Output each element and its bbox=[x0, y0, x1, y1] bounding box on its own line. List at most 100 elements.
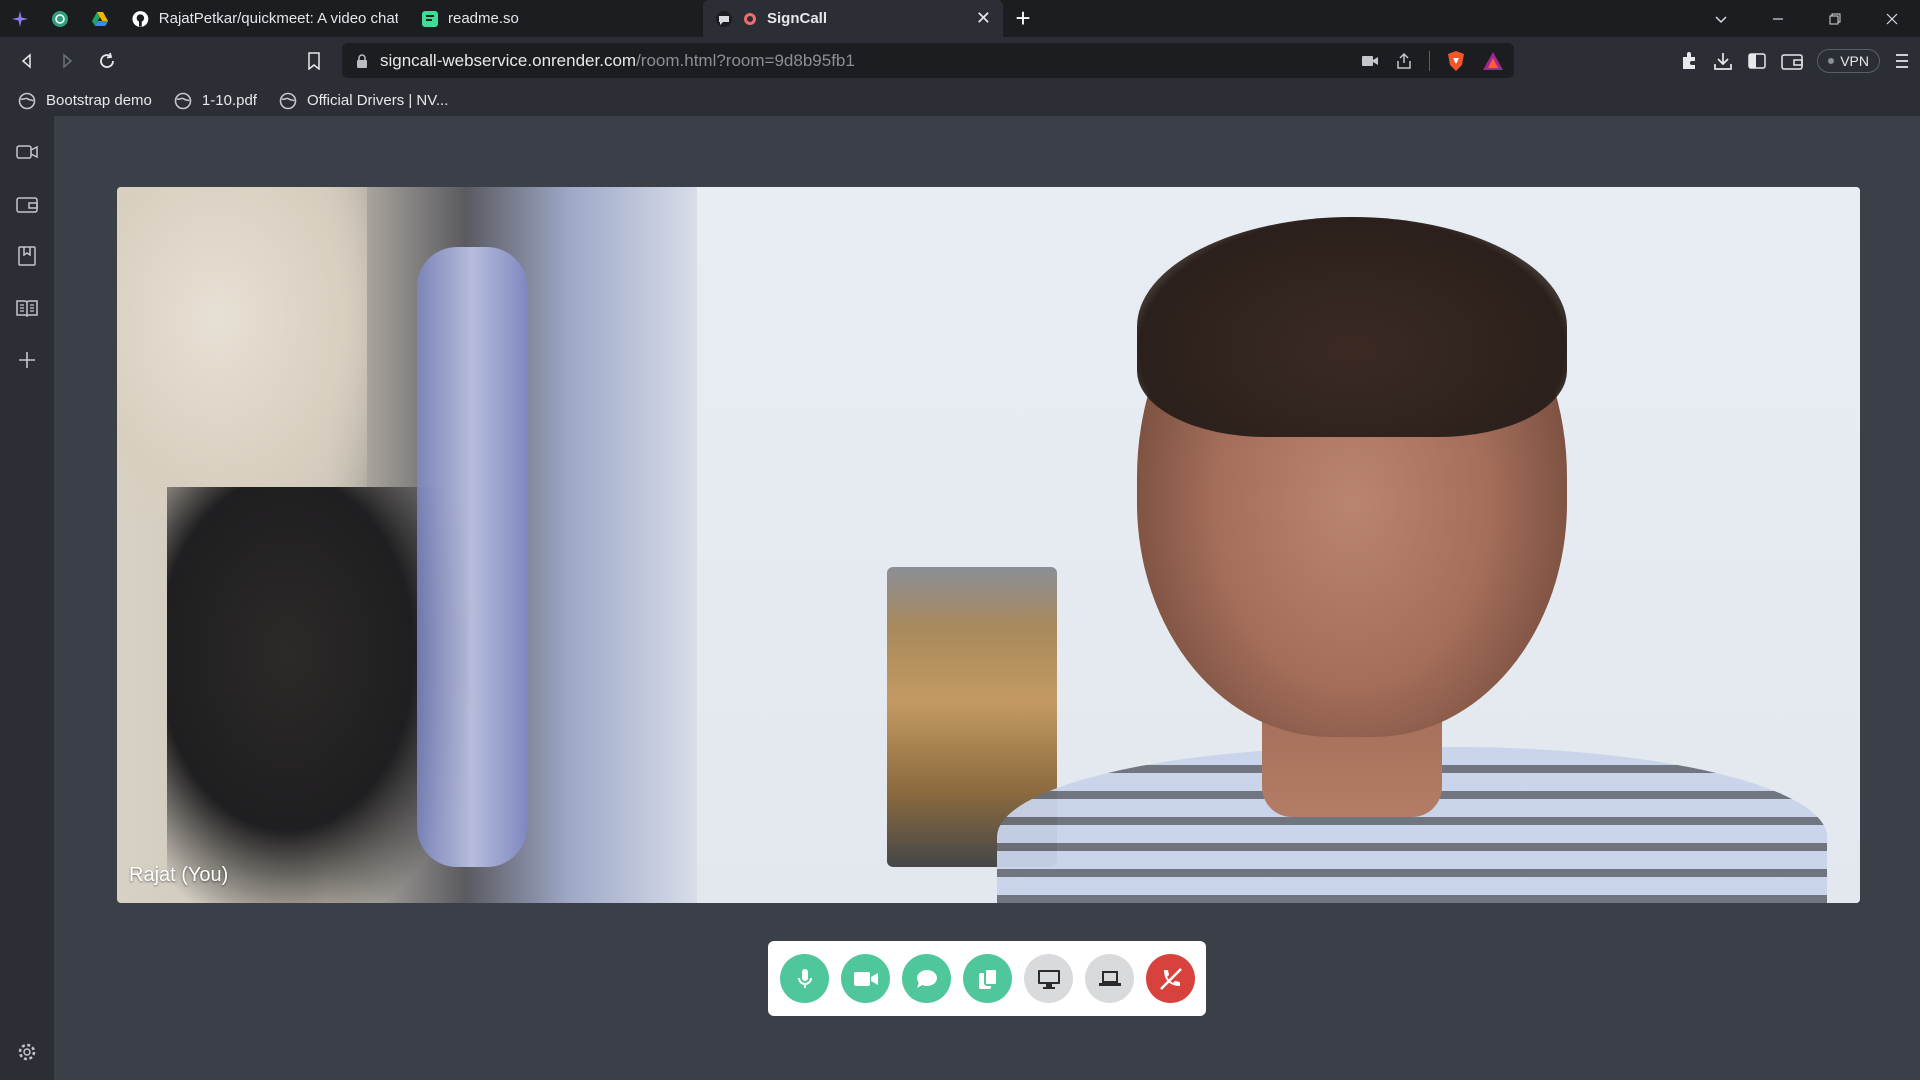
google-drive-icon bbox=[92, 11, 108, 26]
whiteboard-button[interactable] bbox=[1085, 954, 1134, 1003]
vpn-label: VPN bbox=[1840, 53, 1869, 69]
video-background-hanging-shirt bbox=[417, 247, 527, 867]
recording-icon bbox=[744, 12, 756, 25]
local-video-feed: Rajat (You) bbox=[117, 187, 1860, 903]
tab-strip: RajatPetkar/quickmeet: A video chat/m re… bbox=[0, 0, 1920, 37]
sidebar-item-bookmarks[interactable] bbox=[13, 242, 41, 270]
sparkle-icon bbox=[12, 10, 28, 27]
globe-icon bbox=[18, 92, 36, 109]
bookmark-icon bbox=[18, 246, 36, 266]
chat-button[interactable] bbox=[902, 954, 951, 1003]
video-camera-icon bbox=[853, 971, 878, 986]
video-person-hair bbox=[1137, 217, 1567, 437]
back-button[interactable] bbox=[7, 41, 47, 81]
url-text[interactable]: signcall-webservice.onrender.com/room.ht… bbox=[380, 51, 855, 71]
wallet-icon[interactable] bbox=[1781, 52, 1803, 70]
camera-in-use-icon[interactable] bbox=[1361, 54, 1379, 68]
bookmark-item[interactable]: Official Drivers | NV... bbox=[279, 92, 448, 110]
sidebar-item-wallet[interactable] bbox=[13, 190, 41, 218]
mic-icon bbox=[797, 968, 812, 988]
restore-button[interactable] bbox=[1806, 0, 1863, 37]
browser-sidebar bbox=[0, 116, 54, 1080]
tab-quickmeet[interactable]: RajatPetkar/quickmeet: A video chat/m bbox=[120, 0, 410, 37]
close-window-button[interactable] bbox=[1863, 0, 1920, 37]
bookmark-label: Official Drivers | NV... bbox=[306, 92, 449, 109]
wallet-icon bbox=[16, 197, 38, 213]
lock-icon bbox=[357, 53, 367, 68]
window-controls bbox=[1692, 0, 1920, 37]
bookmarks-bar: Bootstrap demo 1-10.pdf Official Drivers… bbox=[0, 85, 1920, 116]
new-tab-button[interactable]: + bbox=[1003, 0, 1043, 37]
mic-button[interactable] bbox=[780, 954, 829, 1003]
tab-title: RajatPetkar/quickmeet: A video chat/m bbox=[158, 10, 398, 27]
bookmark-label: Bootstrap demo bbox=[46, 92, 152, 109]
camera-button[interactable] bbox=[841, 954, 890, 1003]
url-actions bbox=[1361, 43, 1504, 78]
tab-search-button[interactable] bbox=[1692, 0, 1749, 37]
openai-icon bbox=[52, 10, 68, 27]
sidebar-add-button[interactable] bbox=[13, 346, 41, 374]
chat-bubble-icon bbox=[916, 969, 937, 988]
gear-icon bbox=[18, 1043, 36, 1061]
tab-title: readme.so bbox=[448, 10, 519, 27]
back-arrow-icon bbox=[21, 53, 31, 69]
brave-shields-icon[interactable] bbox=[1446, 50, 1466, 72]
globe-icon bbox=[279, 92, 297, 109]
brave-rewards-icon[interactable] bbox=[1482, 51, 1504, 71]
tab-title: SignCall bbox=[767, 10, 828, 27]
forward-button[interactable] bbox=[47, 41, 87, 81]
downloads-icon[interactable] bbox=[1713, 51, 1733, 71]
end-call-icon bbox=[1159, 967, 1182, 990]
copy-icon bbox=[978, 967, 998, 989]
video-camera-icon bbox=[16, 145, 38, 159]
navigation-bar: signcall-webservice.onrender.com/room.ht… bbox=[0, 37, 1920, 85]
monitor-icon bbox=[1037, 969, 1060, 989]
extensions-icon[interactable] bbox=[1679, 51, 1699, 71]
sidebar-toggle-icon[interactable] bbox=[1747, 52, 1767, 70]
url-host: signcall-webservice.onrender.com bbox=[380, 50, 637, 70]
bookmark-label: 1-10.pdf bbox=[201, 92, 257, 109]
screen-share-button[interactable] bbox=[1024, 954, 1073, 1003]
forward-arrow-icon bbox=[63, 53, 73, 69]
sidebar-item-reading-list[interactable] bbox=[13, 294, 41, 322]
bookmark-page-button[interactable] bbox=[294, 41, 334, 81]
close-tab-icon[interactable]: ✕ bbox=[976, 8, 991, 29]
minimize-button[interactable] bbox=[1749, 0, 1806, 37]
divider bbox=[1429, 50, 1430, 71]
bookmark-item[interactable]: Bootstrap demo bbox=[18, 92, 152, 110]
tab-readme[interactable]: readme.so bbox=[410, 0, 703, 37]
pinned-tab-chatgpt[interactable] bbox=[40, 0, 80, 37]
reading-list-icon bbox=[16, 300, 38, 317]
laptop-icon bbox=[1098, 970, 1121, 986]
toolbar-actions: VPN bbox=[1679, 37, 1910, 85]
vpn-status-dot bbox=[1828, 58, 1835, 64]
close-icon bbox=[1886, 13, 1897, 24]
chevron-down-icon bbox=[1714, 15, 1727, 23]
plus-icon bbox=[19, 352, 35, 368]
reload-button[interactable] bbox=[87, 41, 127, 81]
page-content: Rajat (You) bbox=[54, 124, 1920, 1080]
video-background-clothes bbox=[117, 187, 367, 517]
sidebar-settings-button[interactable] bbox=[13, 1038, 41, 1066]
copy-link-button[interactable] bbox=[963, 954, 1012, 1003]
menu-icon[interactable] bbox=[1894, 52, 1910, 70]
reload-icon bbox=[100, 52, 114, 68]
participant-name-label: Rajat (You) bbox=[129, 864, 229, 886]
end-call-button[interactable] bbox=[1146, 954, 1195, 1003]
signcall-icon bbox=[716, 10, 732, 27]
github-icon bbox=[132, 10, 149, 27]
tab-signcall[interactable]: SignCall ✕ bbox=[703, 0, 1003, 37]
sidebar-item-talk[interactable] bbox=[13, 138, 41, 166]
minimize-icon bbox=[1772, 17, 1783, 20]
vpn-button[interactable]: VPN bbox=[1817, 49, 1880, 73]
pinned-tab-leo[interactable] bbox=[0, 0, 40, 37]
restore-icon bbox=[1829, 13, 1840, 24]
bookmark-item[interactable]: 1-10.pdf bbox=[174, 92, 257, 110]
readme-icon bbox=[422, 10, 438, 27]
pinned-tab-drive[interactable] bbox=[80, 0, 120, 37]
address-bar[interactable]: signcall-webservice.onrender.com/room.ht… bbox=[342, 43, 1514, 78]
bookmark-icon bbox=[308, 52, 320, 70]
globe-icon bbox=[174, 92, 192, 109]
url-path: /room.html?room=9d8b95fb1 bbox=[636, 50, 855, 70]
share-icon[interactable] bbox=[1395, 52, 1413, 70]
